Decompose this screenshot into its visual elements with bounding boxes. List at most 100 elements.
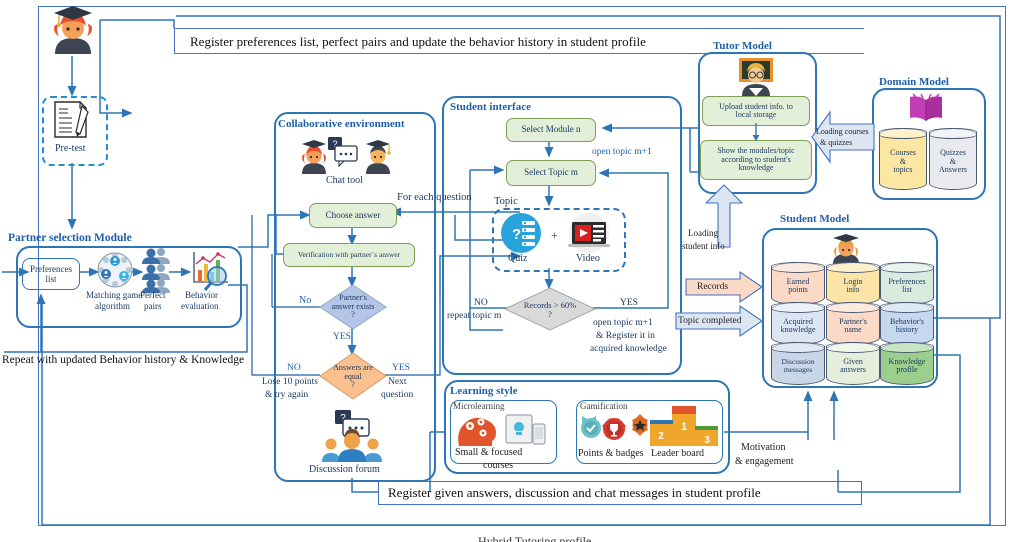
student-cyl-partner-name: Partner's name	[826, 302, 880, 345]
verification-box[interactable]: Verification with partner`s answer	[283, 243, 415, 267]
next-question-l2: question	[381, 390, 414, 400]
chart-magnifier-icon	[190, 250, 232, 292]
points-badges-icon	[580, 414, 648, 446]
student-cyl-preferences-list: Preferences list	[880, 262, 934, 305]
student-cyl-knowledge-profile: Knowledge profile	[880, 342, 934, 385]
cyl-l2: history	[895, 325, 919, 334]
loading-courses-l2: & quizzes	[820, 138, 853, 147]
discussion-forum-label: Discussion forum	[309, 464, 380, 475]
verification-label: Verification with partner`s answer	[297, 250, 401, 260]
user-pairs-icon	[141, 247, 171, 293]
show-modules-box[interactable]: Show the modules/topic according to stud…	[700, 140, 812, 180]
student-cyl-given-answers: Given answers	[826, 342, 880, 385]
svg-text:?: ?	[512, 226, 521, 243]
select-topic-label: Select Topic m	[524, 167, 578, 178]
micro-caption-l2: courses	[483, 460, 513, 471]
top-note-text: Register preferences list, perfect pairs…	[190, 34, 646, 49]
chat-tool-label: Chat tool	[326, 175, 363, 186]
yes-label-partner: YES	[333, 332, 351, 342]
video-label: Video	[576, 253, 600, 264]
eq-yes-label: YES	[392, 363, 410, 373]
upload-l2: local storage	[735, 110, 777, 119]
choose-answer-box[interactable]: Choose answer	[309, 203, 397, 228]
select-module-label: Select Module n	[521, 124, 581, 135]
loading-student-info-l1: Loading	[688, 228, 718, 238]
bottom-note-text: Register given answers, discussion and c…	[388, 485, 761, 500]
student-interface-title: Student interface	[450, 101, 531, 113]
eq-no-label: NO	[287, 363, 301, 373]
lose-points-l2: & try again	[265, 390, 309, 400]
behavior-eval-label-l1: Behavior	[185, 290, 218, 300]
teacher-board-icon	[735, 58, 777, 96]
learning-style-title: Learning style	[450, 385, 518, 397]
lose-points-l1: Lose 10 points	[262, 377, 318, 387]
no-label-partner: No	[299, 295, 312, 306]
test-paper-icon	[52, 100, 94, 140]
cyl-l2: list	[902, 285, 912, 294]
student-model-avatar-icon	[830, 232, 862, 264]
loading-courses-l1: Loading courses	[816, 127, 869, 136]
cyl-l2: answers	[840, 365, 866, 374]
quiz-icon: ?	[500, 212, 542, 254]
cyl-l2: knowledge	[780, 325, 816, 334]
tutor-model-title: Tutor Model	[713, 40, 772, 52]
diagram-canvas: Register preferences list, perfect pairs…	[0, 0, 1014, 542]
leader-board-label: Leader board	[651, 448, 705, 459]
next-question-l1: Next	[388, 377, 407, 387]
student-model-title: Student Model	[780, 213, 850, 225]
points-badges-label: Points & badges	[578, 448, 644, 459]
loading-courses-arrow	[811, 108, 875, 166]
partner-module-title: Partner selection Module	[8, 232, 132, 244]
collaborative-title: Collaborative environment	[278, 118, 405, 130]
upload-student-info-box[interactable]: Upload student info. to local storage	[702, 96, 810, 126]
records-yes-l3: & Register it in	[596, 331, 655, 341]
leader-board-icon: 1 2 3	[650, 406, 718, 446]
chat-tool-icon: ?	[298, 136, 408, 176]
svg-text:2: 2	[658, 431, 664, 442]
svg-text:1: 1	[681, 421, 687, 433]
perfect-pairs-label-l2: pairs	[144, 301, 162, 311]
gamification-label: Gamification	[580, 401, 628, 411]
open-topic-label-top: open topic m+1	[592, 147, 652, 157]
domain-cylinder-quizzes: Quizzes & Answers	[929, 128, 977, 190]
micro-caption-l1: Small & focused	[455, 447, 523, 458]
tutor-internal-arrow	[750, 123, 762, 141]
discussion-forum-icon: ?	[315, 410, 391, 462]
topic-label: Topic	[494, 196, 518, 207]
matching-game-label-l1: Matching game	[86, 290, 143, 300]
preferences-list-line1: Preferences	[30, 264, 72, 274]
matching-game-label-l2: algorithm	[95, 301, 130, 311]
cyl-l2: messages	[783, 365, 813, 374]
perfect-pairs-label-l1: Perfect	[140, 290, 166, 300]
records-l2: ?	[548, 309, 552, 319]
partner-exists-l3: ?	[351, 310, 355, 320]
select-module-box[interactable]: Select Module n	[506, 118, 596, 142]
student-cyl-login-info: Login info	[826, 262, 880, 305]
motivation-l1: Motivation	[741, 442, 786, 453]
student-cyl-acquired-knowledge: Acquired knowledge	[771, 302, 825, 345]
microlearning-icon	[456, 412, 548, 446]
answers-equal-l3: ?	[351, 380, 355, 390]
student-cyl-discussion-messages: Discussion messages	[771, 342, 825, 385]
show-l3: knowledge	[738, 163, 774, 173]
plus-sign: +	[551, 228, 558, 242]
records-text: Records > 60% ?	[498, 295, 602, 325]
network-users-icon	[97, 252, 133, 288]
preferences-list-line2: list	[45, 274, 57, 284]
select-topic-box[interactable]: Select Topic m	[506, 160, 596, 186]
domain-model-title: Domain Model	[879, 76, 949, 88]
records-yes-l4: acquired knowledge	[590, 344, 667, 354]
svg-text:3: 3	[704, 435, 710, 446]
topic-completed-arrow-label: Topic completed	[678, 316, 742, 326]
cyl-l2: points	[788, 285, 808, 294]
motivation-l2: & engagement	[735, 456, 794, 467]
cyl-l2: info	[846, 285, 860, 294]
figure-caption: Hybrid Tutoring profile	[478, 534, 592, 542]
graduate-student-icon	[50, 2, 96, 54]
quizzes-l3: Answers	[939, 165, 967, 175]
student-cyl-behavior-history: Behavior's history	[880, 302, 934, 345]
quiz-label: Quiz	[508, 253, 528, 264]
preferences-list-box: Preferences list	[22, 258, 80, 290]
pretest-label: Pre-test	[55, 143, 86, 154]
courses-l3: topics	[893, 165, 913, 175]
